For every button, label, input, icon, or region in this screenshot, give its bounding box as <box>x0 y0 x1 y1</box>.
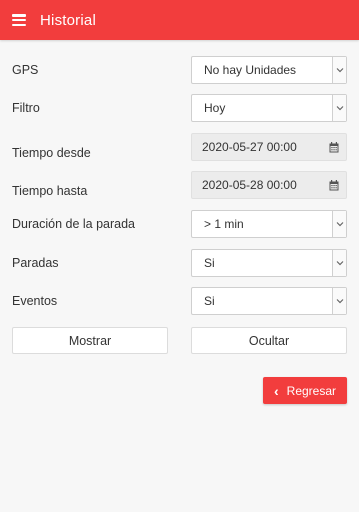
eventos-label: Eventos <box>12 294 58 308</box>
eventos-row: Eventos Si <box>0 287 359 315</box>
paradas-select[interactable]: Si <box>191 249 347 277</box>
tiempo-desde-value: 2020-05-27 00:00 <box>202 140 297 154</box>
duracion-select-value: > 1 min <box>204 217 244 231</box>
paradas-row: Paradas Si <box>0 249 359 277</box>
tiempo-hasta-label: Tiempo hasta <box>12 184 88 198</box>
actions-row: Mostrar Ocultar <box>0 327 359 355</box>
page-title: Historial <box>40 11 96 29</box>
tiempo-hasta-field[interactable]: 2020-05-28 00:00 <box>191 171 347 199</box>
filtro-select[interactable]: Hoy <box>191 94 347 122</box>
chevron-down-icon <box>332 250 346 276</box>
chevron-down-icon <box>332 211 346 237</box>
chevron-down-icon <box>332 95 346 121</box>
filtro-label: Filtro <box>12 101 40 115</box>
gps-row: GPS No hay Unidades <box>0 56 359 84</box>
calendar-icon[interactable] <box>322 179 346 191</box>
tiempo-desde-field[interactable]: 2020-05-27 00:00 <box>191 133 347 161</box>
calendar-icon[interactable] <box>322 141 346 153</box>
filtro-row: Filtro Hoy <box>0 94 359 122</box>
mostrar-button[interactable]: Mostrar <box>12 327 168 354</box>
regresar-button[interactable]: ‹ Regresar <box>263 377 347 404</box>
app-bar: Historial <box>0 0 359 40</box>
eventos-select-value: Si <box>204 294 215 308</box>
eventos-select[interactable]: Si <box>191 287 347 315</box>
duracion-select[interactable]: > 1 min <box>191 210 347 238</box>
gps-select[interactable]: No hay Unidades <box>191 56 347 84</box>
gps-label: GPS <box>12 63 39 77</box>
chevron-left-icon: ‹ <box>273 382 279 399</box>
duracion-label: Duración de la parada <box>12 217 135 231</box>
duracion-row: Duración de la parada > 1 min <box>0 210 359 238</box>
paradas-label: Paradas <box>12 256 59 270</box>
hamburger-menu-icon[interactable] <box>12 14 26 26</box>
tiempo-hasta-value: 2020-05-28 00:00 <box>202 178 297 192</box>
paradas-select-value: Si <box>204 256 215 270</box>
tiempo-hasta-row: Tiempo hasta 2020-05-28 00:00 <box>0 171 359 199</box>
chevron-down-icon <box>332 288 346 314</box>
tiempo-desde-row: Tiempo desde 2020-05-27 00:00 <box>0 133 359 161</box>
gps-select-value: No hay Unidades <box>204 63 297 77</box>
filtro-select-value: Hoy <box>204 101 226 115</box>
chevron-down-icon <box>332 57 346 83</box>
regresar-label: Regresar <box>286 383 337 398</box>
tiempo-desde-label: Tiempo desde <box>12 146 91 160</box>
ocultar-button[interactable]: Ocultar <box>191 327 347 354</box>
